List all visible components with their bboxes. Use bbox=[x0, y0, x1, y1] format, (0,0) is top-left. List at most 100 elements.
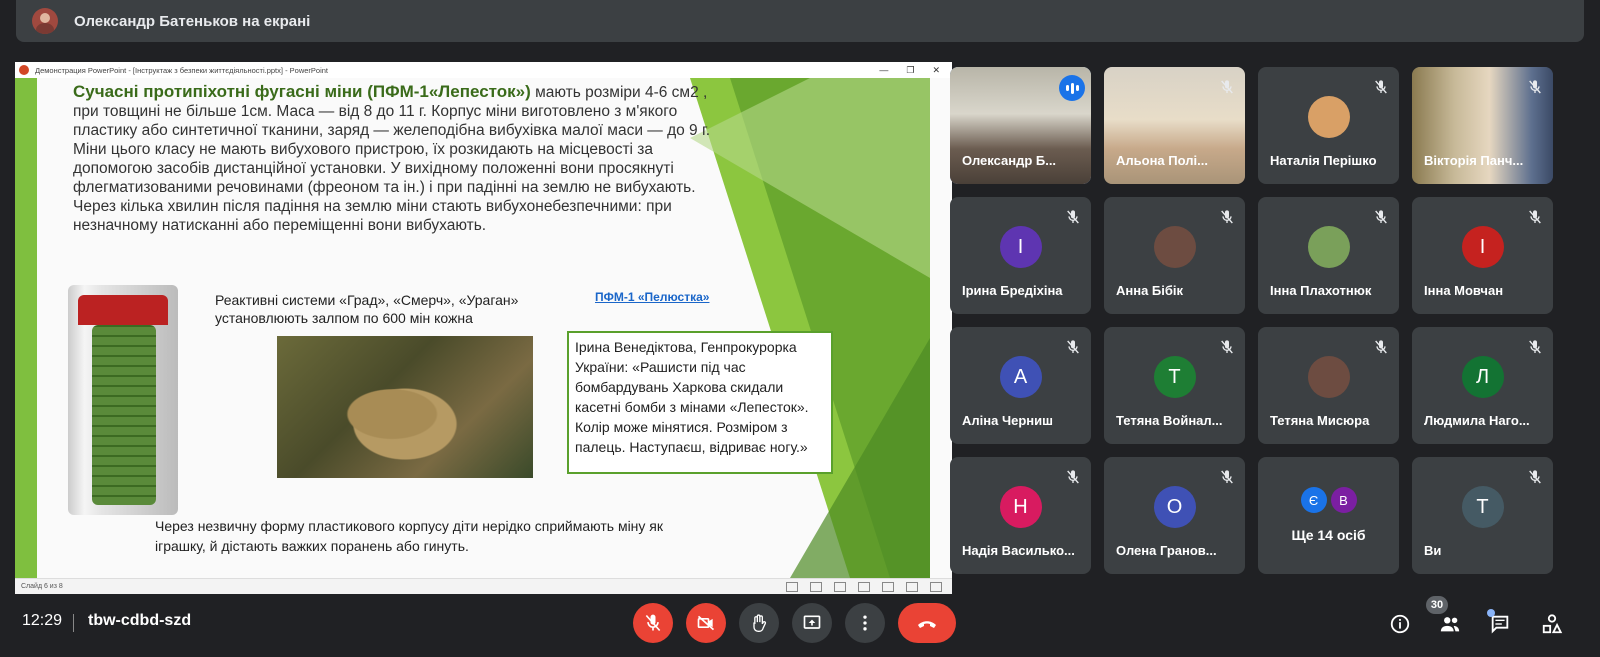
participant-avatar bbox=[1307, 356, 1350, 398]
participant-avatar: І bbox=[1461, 226, 1504, 268]
participant-avatar bbox=[1153, 226, 1196, 268]
camera-off-icon bbox=[697, 615, 715, 631]
participant-tile[interactable]: О Олена Гранов... bbox=[1104, 457, 1245, 574]
participant-tile[interactable]: Т Тетяна Войнал... bbox=[1104, 327, 1245, 444]
participant-tile[interactable]: Наталія Перішко bbox=[1258, 67, 1399, 184]
slide-paragraph: мають розміри 4-6 см2 , при товщині не б… bbox=[73, 84, 711, 234]
participant-avatar: А bbox=[999, 356, 1042, 398]
speaking-indicator-icon bbox=[1059, 75, 1085, 101]
prev-slide-icon[interactable] bbox=[786, 581, 798, 592]
normal-view-icon[interactable] bbox=[858, 581, 870, 592]
participant-avatar: Т bbox=[1153, 356, 1196, 398]
quote-box: Ірина Венедіктова, Генпрокурорка України… bbox=[567, 331, 833, 474]
participant-avatar: Т bbox=[1461, 486, 1504, 528]
mic-off-icon bbox=[1219, 209, 1235, 225]
participant-avatar bbox=[1307, 226, 1350, 268]
reading-view-icon[interactable] bbox=[906, 581, 918, 592]
presenter-title: Олександр Батеньков на екрані bbox=[74, 12, 311, 30]
slideshow-view-icon[interactable] bbox=[930, 581, 942, 592]
more-avatars: ЄВ bbox=[1300, 487, 1357, 513]
clock: 12:29 bbox=[22, 612, 63, 629]
participant-tile[interactable]: І Інна Мовчан bbox=[1412, 197, 1553, 314]
participant-tile[interactable]: Є В Ще 14 осіб bbox=[1258, 457, 1399, 574]
participant-tile[interactable]: Олександр Б... bbox=[950, 67, 1091, 184]
mic-off-icon bbox=[1219, 469, 1235, 485]
participant-tile[interactable]: І Ірина Бредіхіна bbox=[950, 197, 1091, 314]
more-participants-label: Ще 14 осіб bbox=[1291, 527, 1366, 543]
info-icon bbox=[1390, 614, 1410, 634]
participant-tile[interactable]: Н Надія Василько... bbox=[950, 457, 1091, 574]
divider bbox=[73, 614, 74, 632]
mic-off-icon bbox=[645, 614, 661, 632]
ppt-status-bar: Слайд 6 из 8 bbox=[15, 578, 952, 594]
restore-icon[interactable]: ❐ bbox=[906, 65, 914, 76]
camera-off-button[interactable] bbox=[686, 603, 726, 643]
people-button[interactable] bbox=[1438, 612, 1462, 636]
participant-name: Тетяна Мисюра bbox=[1270, 413, 1370, 428]
pfm-link[interactable]: ПФМ-1 «Пелюстка» bbox=[595, 290, 709, 304]
hang-up-icon bbox=[918, 621, 936, 628]
close-icon[interactable]: ✕ bbox=[932, 65, 940, 76]
microphone-off-button[interactable] bbox=[633, 603, 673, 643]
participant-tile[interactable]: Альона Полі... bbox=[1104, 67, 1245, 184]
mic-off-icon bbox=[1527, 209, 1543, 225]
raise-hand-button[interactable] bbox=[739, 603, 779, 643]
mic-off-icon bbox=[1373, 209, 1389, 225]
mic-off-icon bbox=[1065, 469, 1081, 485]
rocket-systems-text: Реактивні системи «Град», «Смерч», «Ураг… bbox=[215, 292, 519, 326]
participant-name: Анна Бібік bbox=[1116, 283, 1184, 298]
participant-tile[interactable]: Л Людмила Наго... bbox=[1412, 327, 1553, 444]
participant-avatar: Л bbox=[1461, 356, 1504, 398]
mic-off-icon bbox=[1373, 79, 1389, 95]
presenter-avatar bbox=[32, 8, 58, 34]
slide-decoration-left bbox=[15, 78, 37, 578]
participant-tile[interactable]: Тетяна Мисюра bbox=[1258, 327, 1399, 444]
mic-off-icon bbox=[1527, 339, 1543, 355]
presenting-banner: Олександр Батеньков на екрані bbox=[16, 0, 1584, 42]
participant-avatar: О bbox=[1153, 486, 1196, 528]
slide-bottom-text: Через незвичну форму пластикового корпус… bbox=[155, 518, 664, 554]
present-icon bbox=[803, 615, 821, 629]
participant-name: Альона Полі... bbox=[1116, 153, 1208, 168]
slide: Сучасні протипіхотні фугасні міни (ПФМ-1… bbox=[15, 78, 952, 578]
slide-decoration-right bbox=[690, 78, 930, 578]
minimize-icon[interactable]: — bbox=[879, 65, 888, 76]
chat-notification-dot bbox=[1487, 609, 1495, 617]
participant-name: Тетяна Войнал... bbox=[1116, 413, 1223, 428]
participant-tile[interactable]: Т Ви bbox=[1412, 457, 1553, 574]
participant-name: Олена Гранов... bbox=[1116, 543, 1217, 558]
menu-icon[interactable] bbox=[810, 581, 822, 592]
mic-off-icon bbox=[1219, 79, 1235, 95]
mic-off-icon bbox=[1527, 469, 1543, 485]
participant-name: Людмила Наго... bbox=[1424, 413, 1530, 428]
powerpoint-window: Демонстрация PowerPoint - [Інструктаж з … bbox=[15, 62, 952, 594]
sorter-view-icon[interactable] bbox=[882, 581, 894, 592]
participant-tile[interactable]: Вікторія Панч... bbox=[1412, 67, 1553, 184]
more-options-button[interactable] bbox=[845, 603, 885, 643]
activities-button[interactable] bbox=[1540, 612, 1564, 636]
mic-off-icon bbox=[1065, 209, 1081, 225]
mic-off-icon bbox=[1527, 79, 1543, 95]
people-icon bbox=[1440, 617, 1460, 632]
slide-heading: Сучасні протипіхотні фугасні міни (ПФМ-1… bbox=[73, 82, 531, 101]
participant-avatar: В bbox=[1330, 487, 1357, 513]
participant-tile[interactable]: Анна Бібік bbox=[1104, 197, 1245, 314]
participant-avatar: Є bbox=[1300, 487, 1327, 513]
participant-avatar: Н bbox=[999, 486, 1042, 528]
next-slide-icon[interactable] bbox=[834, 581, 846, 592]
more-vert-icon bbox=[863, 615, 867, 631]
rocket-cassette-image bbox=[68, 285, 178, 515]
powerpoint-icon bbox=[19, 65, 29, 75]
activities-icon bbox=[1542, 614, 1563, 634]
present-button[interactable] bbox=[792, 603, 832, 643]
info-button[interactable] bbox=[1388, 612, 1412, 636]
leave-call-button[interactable] bbox=[898, 603, 956, 643]
participant-name: Надія Василько... bbox=[962, 543, 1075, 558]
participant-avatar: І bbox=[999, 226, 1042, 268]
participant-tile[interactable]: А Аліна Черниш bbox=[950, 327, 1091, 444]
participant-tile[interactable]: Інна Плахотнюк bbox=[1258, 197, 1399, 314]
participant-name: Інна Мовчан bbox=[1424, 283, 1504, 298]
mine-photo bbox=[277, 336, 533, 478]
participant-name: Наталія Перішко bbox=[1270, 153, 1377, 168]
ppt-window-title: Демонстрация PowerPoint - [Інструктаж з … bbox=[35, 65, 328, 75]
